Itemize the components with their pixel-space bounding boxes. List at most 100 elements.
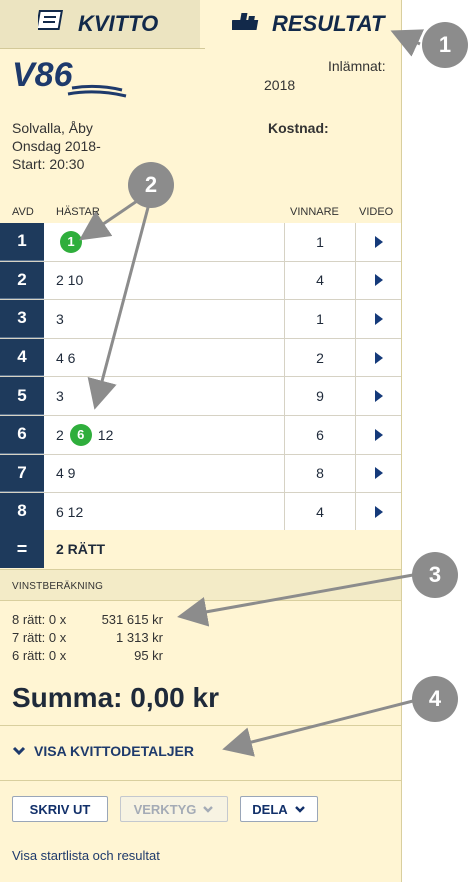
video-button[interactable] [355,493,402,531]
horses-text: 4 9 [56,465,76,482]
divider [0,725,401,726]
winner-cell: 8 [284,454,355,493]
divider [0,780,401,781]
horses-text: 3 [56,388,64,405]
show-receipt-details-label: VISA KVITTODETALJER [34,743,194,759]
correct-count-row: = 2 RÄTT [0,530,401,568]
callout-badge-1: 1 [422,22,468,68]
print-button-label: SKRIV UT [29,801,91,817]
horses-cell: 3 [56,377,64,415]
inlamnat-label: Inlämnat: [328,58,386,74]
highlighted-horse: 6 [69,423,92,446]
vinst-heading: VINSTBERÄKNING [12,581,104,592]
video-button[interactable] [355,377,402,415]
vinst-heading-bar: VINSTBERÄKNING [0,569,401,601]
avd-number: 7 [0,454,44,493]
play-icon [375,467,383,480]
col-hastar: HÄSTAR [56,206,100,218]
results-icon [230,10,262,38]
startlist-results-link[interactable]: Visa startlista och resultat [12,848,160,863]
video-button[interactable] [355,454,402,493]
prize-amount: 95 kr [134,648,163,663]
video-button[interactable] [355,223,402,261]
horses-text: 6 12 [56,503,84,520]
winner-cell: 1 [284,300,355,338]
table-row: 1 1 1 [0,223,401,262]
horses-text: 4 6 [56,349,76,366]
total-summa: Summa: 0,00 kr [12,682,219,713]
horses-text: 3 [56,310,64,327]
video-button[interactable] [355,415,402,454]
show-receipt-details-link[interactable]: VISA KVITTODETALJER [12,743,194,759]
play-icon [375,312,383,325]
col-video: VIDEO [359,206,394,218]
table-row: 6 2 6 12 6 [0,415,402,455]
avd-number: 4 [0,338,44,377]
print-button[interactable]: SKRIV UT [12,796,108,822]
share-dropdown-label: DELA [252,801,288,817]
play-icon [375,390,383,403]
callout-badge-4: 4 [412,676,458,722]
avd-number: 3 [0,300,44,338]
prize-amount: 531 615 kr [101,612,163,627]
table-row: 8 6 12 4 [0,493,401,532]
start-time: Start: 20:30 [12,156,85,172]
horses-cell: 1 [56,223,86,261]
winner-cell: 9 [284,377,355,415]
play-icon [375,428,383,441]
prize-amount: 1 313 kr [116,630,163,645]
winner-cell: 6 [284,415,355,454]
avd-number: 1 [0,223,44,261]
table-row: 3 3 1 [0,300,401,339]
highlighted-horse: 1 [60,230,82,253]
horses-text: 12 [97,426,114,443]
horses-text: 2 [56,426,64,443]
winner-cell: 1 [284,223,355,261]
share-dropdown[interactable]: DELA [240,796,318,822]
callout-badge-3: 3 [412,552,458,598]
results-table: 1 1 1 2 2 10 4 3 3 1 4 4 6 2 5 3 9 6 2 6… [0,223,401,532]
prize-line: 7 rätt: 0 x 1 313 kr [12,630,163,645]
video-button[interactable] [355,338,402,377]
col-avd: AVD [12,206,34,218]
winner-cell: 4 [284,493,355,531]
winner-cell: 4 [284,261,355,300]
table-row: 7 4 9 8 [0,454,402,494]
svg-text:V86: V86 [12,56,74,94]
play-icon [375,235,383,248]
play-icon [375,351,383,364]
horses-text: 2 10 [56,272,84,289]
horses-cell: 6 12 [56,493,83,531]
horses-cell: 2 10 [56,262,83,300]
avd-number: 6 [0,415,44,454]
table-row: 5 3 9 [0,377,401,416]
receipt-panel: KVITTO RESULTAT V86 Inlämnat: 2018 Solva… [0,0,402,882]
horses-cell: 4 6 [56,339,75,377]
equals-symbol: = [0,530,44,568]
tab-resultat[interactable]: RESULTAT [200,0,401,48]
video-button[interactable] [355,300,402,338]
table-row: 2 2 10 4 [0,261,402,301]
horses-cell: 3 [56,300,64,338]
winner-cell: 2 [284,338,355,377]
horses-cell: 2 6 12 [56,416,113,454]
play-icon [375,505,383,518]
kostnad-label: Kostnad: [268,120,329,136]
chevron-down-icon [12,746,26,756]
tools-dropdown[interactable]: VERKTYG [120,796,228,822]
callout-badge-2: 2 [128,162,174,208]
prize-line: 8 rätt: 0 x 531 615 kr [12,612,163,627]
table-row: 4 4 6 2 [0,338,402,378]
inlamnat-value: 2018 [264,77,296,93]
tab-kvitto-label: KVITTO [78,11,159,36]
avd-number: 5 [0,377,44,415]
video-button[interactable] [355,261,402,300]
receipt-icon [35,10,68,38]
v86-logo: V86 [12,56,132,105]
tab-kvitto[interactable]: KVITTO [0,0,217,49]
chevron-down-icon [294,806,305,813]
horses-cell: 4 9 [56,455,75,493]
tab-resultat-label: RESULTAT [272,11,385,36]
track-name: Solvalla, Åby [12,120,93,136]
avd-number: 8 [0,493,44,531]
